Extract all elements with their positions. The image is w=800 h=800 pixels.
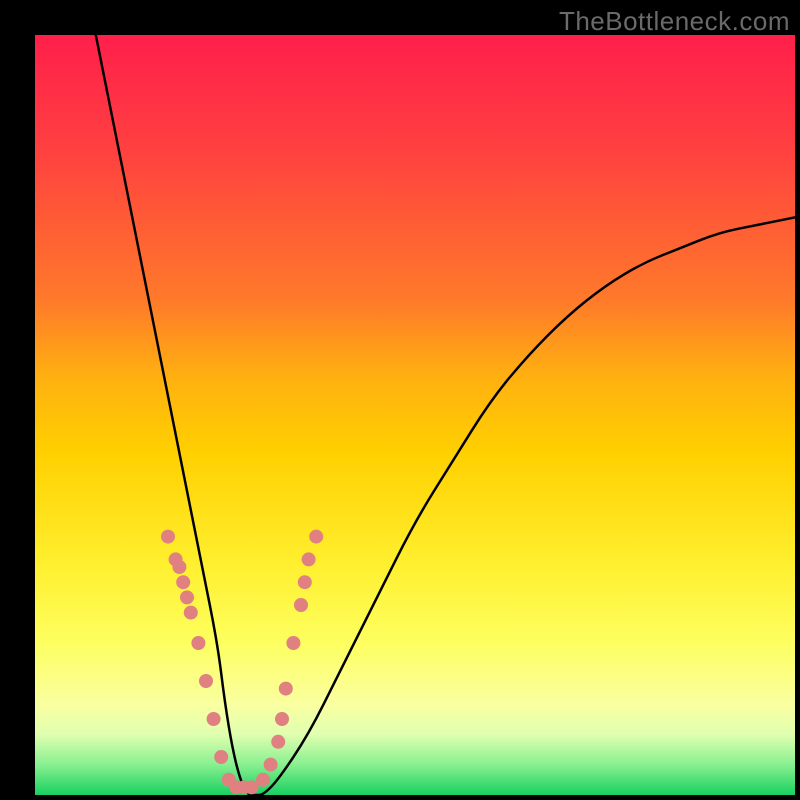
marker-dot <box>286 636 300 650</box>
marker-dot <box>191 636 205 650</box>
marker-dot <box>256 773 270 787</box>
plot-area <box>35 35 795 795</box>
curve-svg <box>35 35 795 795</box>
marker-dot <box>271 735 285 749</box>
marker-dot <box>161 530 175 544</box>
marker-dot <box>279 682 293 696</box>
marker-dot <box>294 598 308 612</box>
marker-dot <box>264 758 278 772</box>
marker-dot <box>298 575 312 589</box>
marker-dot <box>176 575 190 589</box>
marker-dot <box>184 606 198 620</box>
marker-dot <box>172 560 186 574</box>
marker-dots <box>161 530 323 795</box>
watermark-text: TheBottleneck.com <box>559 6 790 37</box>
marker-dot <box>199 674 213 688</box>
marker-dot <box>214 750 228 764</box>
marker-dot <box>309 530 323 544</box>
marker-dot <box>207 712 221 726</box>
marker-dot <box>180 590 194 604</box>
marker-dot <box>275 712 289 726</box>
chart-frame: TheBottleneck.com <box>0 0 800 800</box>
marker-dot <box>245 780 259 794</box>
marker-dot <box>302 552 316 566</box>
